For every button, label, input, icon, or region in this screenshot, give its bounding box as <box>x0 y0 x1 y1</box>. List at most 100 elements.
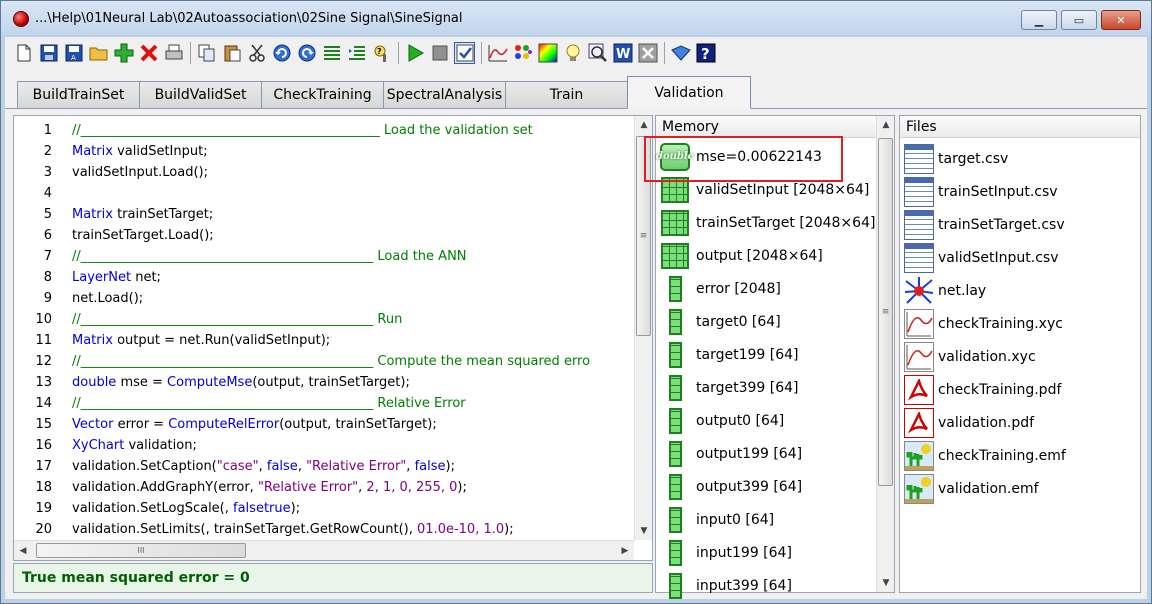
file-item[interactable]: net.lay <box>904 274 986 307</box>
code-line[interactable]: 20 validation.SetLimits(, trainSetTarget.… <box>14 519 634 540</box>
delete-icon[interactable] <box>138 42 159 64</box>
editor-vscroll-thumb[interactable]: ≡ <box>636 136 651 336</box>
file-item[interactable]: validation.emf <box>904 472 1039 505</box>
file-item[interactable]: checkTraining.pdf <box>904 373 1061 406</box>
add-icon[interactable] <box>113 42 134 64</box>
run-icon[interactable] <box>404 42 425 64</box>
tab-train[interactable]: Train <box>505 81 628 108</box>
file-item[interactable]: validation.xyc <box>904 340 1036 373</box>
tab-buildtrainset[interactable]: BuildTrainSet <box>17 81 140 108</box>
paste-icon[interactable] <box>221 42 242 64</box>
app-logo-icon[interactable] <box>13 11 29 27</box>
minimize-button[interactable]: ▁ <box>1021 10 1057 30</box>
help-search-icon[interactable]: ? <box>371 42 392 64</box>
code-line[interactable]: 19 validation.SetLogScale(, falsetrue); <box>14 498 634 519</box>
memory-item[interactable]: double mse=0.00622143 <box>656 140 822 173</box>
code-line[interactable]: 14 //____________________________________… <box>14 393 634 414</box>
book-icon[interactable] <box>670 42 691 64</box>
stop-icon[interactable] <box>429 42 450 64</box>
file-item[interactable]: trainSetTarget.csv <box>904 208 1065 241</box>
indent-icon[interactable] <box>346 42 367 64</box>
new-icon[interactable] <box>13 42 34 64</box>
zoom-icon[interactable] <box>587 42 608 64</box>
undo-icon[interactable] <box>271 42 292 64</box>
code-line[interactable]: 16 XyChart validation; <box>14 435 634 456</box>
code-token: ComputeRelError <box>168 417 280 432</box>
memory-item[interactable]: validSetInput [2048×64] <box>660 173 869 206</box>
chart-icon[interactable] <box>487 42 508 64</box>
print-icon[interactable] <box>163 42 184 64</box>
file-item[interactable]: validation.pdf <box>904 406 1034 439</box>
file-item[interactable]: validSetInput.csv <box>904 241 1059 274</box>
align-icon[interactable] <box>321 42 342 64</box>
code-line[interactable]: 18 validation.AddGraphY(error, "Relative … <box>14 477 634 498</box>
close-button[interactable]: ✕ <box>1101 10 1141 30</box>
excel-icon[interactable] <box>637 42 658 64</box>
palette-icon[interactable] <box>512 42 533 64</box>
save-icon[interactable] <box>38 42 59 64</box>
scroll-down-arrow[interactable]: ▼ <box>877 574 895 592</box>
memory-item[interactable]: output [2048×64] <box>660 239 823 272</box>
copy-icon[interactable] <box>196 42 217 64</box>
code-line[interactable]: 9 net.Load(); <box>14 288 634 309</box>
file-item[interactable]: target.csv <box>904 142 1008 175</box>
code-line[interactable]: 8 LayerNet net; <box>14 267 634 288</box>
save-as-icon[interactable]: A <box>63 42 84 64</box>
tab-checktraining[interactable]: CheckTraining <box>261 81 384 108</box>
memory-item[interactable]: error [2048] <box>660 272 781 305</box>
redo-icon[interactable] <box>296 42 317 64</box>
scroll-left-arrow[interactable]: ◀ <box>14 542 32 560</box>
code-token: net.Load(); <box>72 291 144 306</box>
file-item[interactable]: trainSetInput.csv <box>904 175 1058 208</box>
word-icon[interactable]: W <box>612 42 633 64</box>
open-folder-icon[interactable] <box>88 42 109 64</box>
bulb-icon[interactable] <box>562 42 583 64</box>
tab-validation[interactable]: Validation <box>627 76 751 109</box>
color-icon[interactable] <box>537 42 558 64</box>
scroll-down-arrow[interactable]: ▼ <box>635 522 653 540</box>
code-line[interactable]: 11 Matrix output = net.Run(validSetInput)… <box>14 330 634 351</box>
memory-item[interactable]: input0 [64] <box>660 503 774 536</box>
scroll-up-arrow[interactable]: ▲ <box>635 116 653 134</box>
code-line[interactable]: 10 //____________________________________… <box>14 309 634 330</box>
editor-hscroll-thumb[interactable]: III <box>36 543 246 558</box>
memory-item[interactable]: target0 [64] <box>660 305 781 338</box>
memory-item[interactable]: target199 [64] <box>660 338 798 371</box>
file-item[interactable]: checkTraining.xyc <box>904 307 1063 340</box>
editor-vertical-scrollbar[interactable]: ▲ ≡ ▼ <box>634 116 652 540</box>
code-lines: 1 //_____________________________________… <box>14 116 634 540</box>
memory-item[interactable]: output0 [64] <box>660 404 784 437</box>
code-line[interactable]: 4 <box>14 183 634 204</box>
code-line[interactable]: 3 validSetInput.Load(); <box>14 162 634 183</box>
code-editor[interactable]: 1 //_____________________________________… <box>13 115 653 561</box>
code-line[interactable]: 13 double mse = ComputeMse(output, trainS… <box>14 372 634 393</box>
restore-button[interactable]: ▭ <box>1061 10 1097 30</box>
memory-item[interactable]: output399 [64] <box>660 470 802 503</box>
csv-sheet <box>904 176 934 207</box>
code-line[interactable]: 1 //_____________________________________… <box>14 120 634 141</box>
memory-item[interactable]: target399 [64] <box>660 371 798 404</box>
code-line[interactable]: 15 Vector error = ComputeRelError(output,… <box>14 414 634 435</box>
memory-item[interactable]: trainSetTarget [2048×64] <box>660 206 875 239</box>
tab-buildvalidset[interactable]: BuildValidSet <box>139 81 262 108</box>
code-line[interactable]: 6 trainSetTarget.Load(); <box>14 225 634 246</box>
editor-horizontal-scrollbar[interactable]: ◀ III ▶ <box>14 540 634 560</box>
help-icon[interactable]: ? <box>695 42 716 64</box>
check-icon[interactable] <box>454 42 475 64</box>
code-line[interactable]: 17 validation.SetCaption("case", false, "… <box>14 456 634 477</box>
scroll-up-arrow[interactable]: ▲ <box>877 116 895 134</box>
cut-icon[interactable] <box>246 42 267 64</box>
memory-item[interactable]: output199 [64] <box>660 437 802 470</box>
memory-item[interactable]: input399 [64] <box>660 569 792 602</box>
code-line[interactable]: 7 //_____________________________________… <box>14 246 634 267</box>
code-line[interactable]: 2 Matrix validSetInput; <box>14 141 634 162</box>
memory-item[interactable]: input199 [64] <box>660 536 792 569</box>
tab-spectralanalysis[interactable]: SpectralAnalysis <box>383 81 506 108</box>
code-line[interactable]: 12 //____________________________________… <box>14 351 634 372</box>
memory-scrollbar[interactable]: ▲ ≡ ▼ <box>876 116 894 592</box>
memory-scroll-thumb[interactable]: ≡ <box>878 138 893 486</box>
title-bar[interactable]: ...\Help\01Neural Lab\02Autoassociation\… <box>1 1 1151 35</box>
file-item[interactable]: checkTraining.emf <box>904 439 1066 472</box>
scroll-right-arrow[interactable]: ▶ <box>616 542 634 560</box>
code-line[interactable]: 5 Matrix trainSetTarget; <box>14 204 634 225</box>
